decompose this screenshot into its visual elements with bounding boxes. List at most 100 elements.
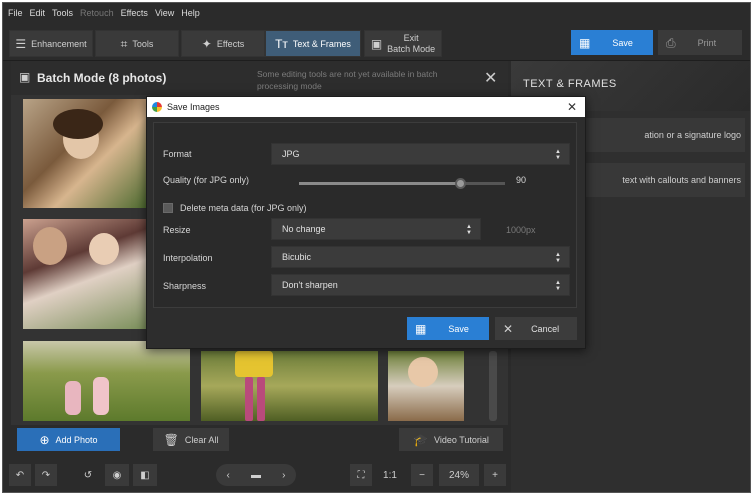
batch-note: Some editing tools are not yet available…	[257, 69, 438, 91]
sharpness-select[interactable]: Don't sharpen ▲ ▼	[271, 274, 570, 296]
exit-batch-line2: Batch Mode	[387, 43, 436, 54]
menu-retouch[interactable]: Retouch	[80, 8, 114, 18]
dialog-cancel-label: Cancel	[531, 323, 560, 334]
tab-tools[interactable]: ⌗ Tools	[95, 30, 179, 57]
menu-help[interactable]: Help	[181, 8, 200, 18]
photo-face	[408, 357, 438, 387]
photo-figure	[65, 381, 81, 415]
zoom-1to1-button[interactable]: 1:1	[379, 464, 401, 486]
exit-batch-line1: Exit	[403, 32, 419, 43]
menu-edit[interactable]: Edit	[30, 8, 46, 18]
text-icon: Tт	[275, 36, 288, 51]
zoom-out-icon[interactable]: −	[411, 464, 433, 486]
reset-icon[interactable]: ↺	[77, 464, 99, 486]
chevron-right-icon[interactable]: ›	[282, 470, 285, 481]
floppy-disk-icon: ▦	[415, 321, 427, 336]
sharpness-label: Sharpness	[163, 281, 207, 291]
menu-file[interactable]: File	[8, 8, 23, 18]
plus-circle-icon: ⊕	[39, 432, 50, 447]
photo-thumbnail[interactable]	[388, 351, 464, 421]
photo-figure	[245, 377, 253, 421]
app-logo-icon	[152, 102, 162, 112]
photo-face	[89, 233, 119, 265]
graduation-cap-icon: 🎓	[413, 432, 429, 447]
printer-icon: ⎙	[666, 35, 676, 50]
chevron-left-icon[interactable]: ‹	[227, 470, 230, 481]
resize-value: No change	[282, 224, 326, 234]
photo-face	[33, 227, 67, 265]
toolbar-save-button[interactable]: ▦ Save	[571, 30, 653, 55]
photo-figure	[93, 377, 109, 415]
quality-slider-handle[interactable]	[454, 178, 466, 189]
updown-arrows-icon: ▲ ▼	[555, 252, 561, 264]
video-tutorial-label: Video Tutorial	[434, 434, 489, 445]
interpolation-value: Bicubic	[282, 252, 312, 262]
tab-text-frames-label: Text & Frames	[292, 38, 351, 49]
floppy-disk-icon: ▦	[579, 35, 591, 50]
format-select[interactable]: JPG ▲ ▼	[271, 143, 570, 165]
close-icon[interactable]: ✕	[567, 100, 577, 114]
folder-icon[interactable]: ▬	[251, 470, 261, 481]
photo-thumbnail[interactable]	[23, 99, 147, 208]
close-icon[interactable]: ✕	[484, 68, 497, 88]
exit-batch-mode-button[interactable]: ▣ Exit Batch Mode	[364, 30, 442, 57]
updown-arrows-icon: ▲ ▼	[555, 149, 561, 161]
interpolation-select[interactable]: Bicubic ▲ ▼	[271, 246, 570, 268]
clear-all-button[interactable]: 🗑 Clear All	[153, 428, 229, 451]
resize-select[interactable]: No change ▲ ▼	[271, 218, 481, 240]
menu-effects[interactable]: Effects	[121, 8, 148, 18]
photo-figure	[235, 351, 273, 377]
tab-text-frames[interactable]: Tт Text & Frames	[265, 30, 361, 57]
sliders-icon: ☰	[15, 36, 27, 51]
quality-slider[interactable]	[299, 178, 505, 189]
app-window: File Edit Tools Retouch Effects View Hel…	[2, 2, 751, 493]
clear-all-label: Clear All	[184, 434, 219, 445]
menu-view[interactable]: View	[155, 8, 174, 18]
dialog-save-button[interactable]: ▦ Save	[407, 317, 489, 340]
tab-enhancement-label: Enhancement	[31, 38, 87, 49]
image-navigator: ‹ ▬ ›	[216, 464, 296, 486]
tab-enhancement[interactable]: ☰ Enhancement	[9, 30, 93, 57]
toolbar-save-label: Save	[612, 37, 633, 48]
save-images-dialog: Save Images ✕ Format JPG ▲ ▼ Quality (for…	[146, 96, 586, 349]
interpolation-label: Interpolation	[163, 253, 213, 263]
resize-px: 1000px	[506, 225, 536, 235]
delete-meta-checkbox[interactable]	[163, 203, 173, 213]
add-photo-button[interactable]: ⊕ Add Photo	[17, 428, 120, 451]
quality-label: Quality (for JPG only)	[163, 175, 250, 185]
menu-tools[interactable]: Tools	[52, 8, 73, 18]
video-tutorial-button[interactable]: 🎓 Video Tutorial	[399, 428, 503, 451]
right-panel-title: TEXT & FRAMES	[523, 78, 617, 90]
magic-wand-icon: ✦	[201, 36, 212, 51]
batch-actions: ⊕ Add Photo 🗑 Clear All 🎓 Video Tutorial	[11, 425, 508, 456]
updown-arrows-icon: ▲ ▼	[555, 280, 561, 292]
dialog-titlebar: Save Images ✕	[147, 97, 585, 117]
main-toolbar: ☰ Enhancement ⌗ Tools ✦ Effects Tт Text …	[3, 23, 750, 61]
compare-icon[interactable]: ◧	[133, 464, 157, 486]
zoom-level: 24%	[439, 464, 479, 486]
quality-slider-fill	[299, 182, 460, 185]
photo-hair	[53, 109, 103, 139]
dialog-save-label: Save	[448, 323, 469, 334]
photo-thumbnail[interactable]	[23, 219, 147, 329]
photo-thumbnail[interactable]	[23, 341, 190, 421]
eye-icon[interactable]: ◉	[105, 464, 129, 486]
zoom-in-icon[interactable]: +	[484, 464, 506, 486]
images-icon: ▣	[370, 36, 383, 51]
redo-icon[interactable]: ↷	[35, 464, 57, 486]
dialog-cancel-button[interactable]: ✕ Cancel	[495, 317, 577, 340]
toolbar-print-button[interactable]: ⎙ Print	[658, 30, 742, 55]
fit-to-screen-icon[interactable]: ⛶	[350, 464, 372, 486]
photo-thumbnail[interactable]	[201, 351, 378, 421]
batch-header: ▣ Batch Mode (8 photos) Some editing too…	[11, 61, 508, 95]
tab-effects[interactable]: ✦ Effects	[181, 30, 265, 57]
delete-meta-label: Delete meta data (for JPG only)	[180, 203, 307, 213]
format-value: JPG	[282, 149, 300, 159]
batch-scrollbar[interactable]	[489, 351, 497, 421]
undo-icon[interactable]: ↶	[9, 464, 31, 486]
sharpness-value: Don't sharpen	[282, 280, 338, 290]
dialog-title: Save Images	[167, 102, 220, 112]
exit-batch-label: Exit Batch Mode	[387, 33, 435, 55]
format-label: Format	[163, 149, 192, 159]
resize-label: Resize	[163, 225, 191, 235]
